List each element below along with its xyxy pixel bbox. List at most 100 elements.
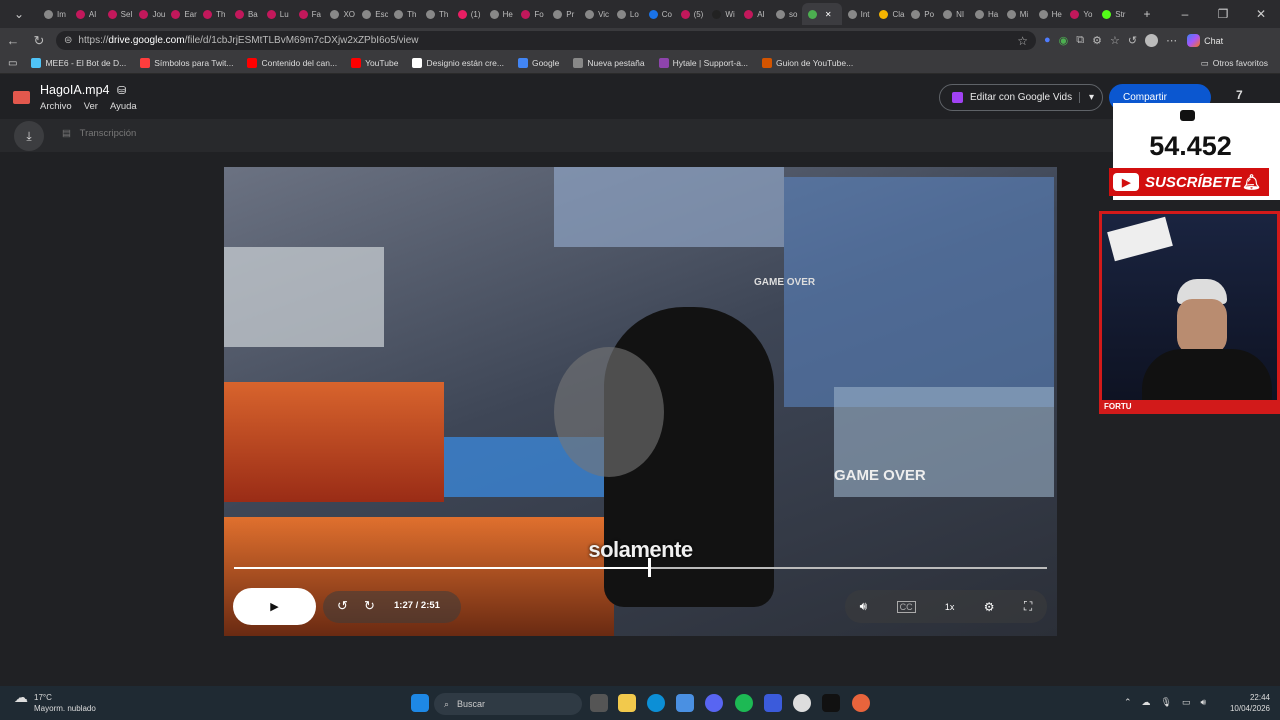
- other-bookmarks[interactable]: ▭ Otros favoritos: [1201, 58, 1268, 69]
- browser-tab[interactable]: Str: [1096, 3, 1128, 25]
- volume-icon[interactable]: 🔊︎: [860, 599, 868, 614]
- menu-dots-icon[interactable]: ⋯: [1166, 34, 1177, 47]
- edit-with-vids-button[interactable]: Editar con Google Vids ▾: [939, 84, 1103, 111]
- menu-archivo[interactable]: Archivo: [40, 101, 72, 112]
- maximize-button[interactable]: ❐: [1204, 7, 1242, 21]
- discord-icon[interactable]: [705, 694, 723, 712]
- bookmark-star-icon[interactable]: ☆: [1017, 34, 1028, 48]
- download-icon[interactable]: ⤓: [14, 121, 44, 151]
- extension-icon[interactable]: ●: [1044, 34, 1051, 47]
- taskbar-search[interactable]: ⌕ Buscar: [434, 693, 582, 715]
- browser-tab[interactable]: Pr: [547, 3, 579, 25]
- browser-tab[interactable]: (5): [675, 3, 707, 25]
- store-icon[interactable]: [676, 694, 694, 712]
- network-icon[interactable]: ☁: [1142, 697, 1151, 708]
- chrome-icon[interactable]: ◉: [1059, 34, 1069, 47]
- play-button[interactable]: ▶: [233, 588, 316, 625]
- minimize-button[interactable]: –: [1166, 7, 1204, 21]
- mic-icon[interactable]: 🎙︎: [1161, 697, 1172, 708]
- file-explorer-icon[interactable]: [618, 694, 636, 712]
- forward-10-icon[interactable]: ↻: [364, 598, 375, 614]
- speed-button[interactable]: 1x: [945, 602, 955, 612]
- profile-avatar[interactable]: [1145, 34, 1159, 47]
- browser-tab[interactable]: Vic: [579, 3, 611, 25]
- browser-tab[interactable]: Co: [643, 3, 675, 25]
- browser-tab[interactable]: NI: [937, 3, 969, 25]
- browser-tab[interactable]: XO: [324, 3, 356, 25]
- browser-tab[interactable]: Int: [842, 3, 874, 25]
- browser-tab[interactable]: AI: [70, 3, 102, 25]
- transcription-button[interactable]: ▤ Transcripción: [62, 128, 136, 139]
- browser-tab[interactable]: Ha: [969, 3, 1001, 25]
- bookmark-item[interactable]: Símbolos para Twit...: [140, 58, 233, 68]
- browser-tab[interactable]: Th: [388, 3, 420, 25]
- menu-ver[interactable]: Ver: [84, 101, 98, 112]
- close-window-button[interactable]: ✕: [1242, 7, 1280, 21]
- bookmark-item[interactable]: Google: [517, 58, 559, 68]
- weather-widget[interactable]: ☁ 17°C Mayorm. nublado: [14, 690, 96, 714]
- video-player[interactable]: GAME OVER GAME OVER solamente ▶ ↺ ↻ 1:27…: [224, 167, 1057, 636]
- clock[interactable]: 22:44 10/04/2026: [1222, 692, 1270, 714]
- browser-tab[interactable]: Fa: [293, 3, 325, 25]
- browser-tab[interactable]: Cla: [873, 3, 905, 25]
- browser-tab[interactable]: ✕: [801, 3, 842, 25]
- arc-icon[interactable]: [764, 694, 782, 712]
- monitor-icon[interactable]: ▭: [1182, 697, 1191, 708]
- browser-tab[interactable]: Esc: [356, 3, 388, 25]
- browser-tab[interactable]: so: [770, 3, 802, 25]
- browser-tab[interactable]: Fo: [515, 3, 547, 25]
- browser-tab[interactable]: Mi: [1001, 3, 1033, 25]
- claude-icon[interactable]: [852, 694, 870, 712]
- spotify-icon[interactable]: [735, 694, 753, 712]
- browser-tab[interactable]: Yo: [1064, 3, 1096, 25]
- chevron-down-icon[interactable]: ▾: [1078, 92, 1094, 103]
- copilot-chat-button[interactable]: Chat: [1187, 34, 1223, 47]
- bookmark-item[interactable]: Contenido del can...: [247, 58, 337, 68]
- settings-sliders-icon[interactable]: ⚙: [1092, 34, 1102, 47]
- menu-ayuda[interactable]: Ayuda: [110, 101, 137, 112]
- bookmark-item[interactable]: Guion de YouTube...: [762, 58, 853, 68]
- browser-tab[interactable]: (1): [452, 3, 484, 25]
- puzzle-icon[interactable]: ⧉: [1076, 34, 1084, 47]
- bookmark-item[interactable]: YouTube: [351, 58, 398, 68]
- chevron-up-icon[interactable]: ⌃: [1124, 697, 1132, 708]
- browser-tab[interactable]: Ba: [229, 3, 261, 25]
- bookmark-item[interactable]: MEE6 - El Bot de D...: [31, 58, 126, 68]
- browser-tab[interactable]: Wi: [706, 3, 738, 25]
- browser-tab[interactable]: Jou: [133, 3, 165, 25]
- bookmark-item[interactable]: Designio están cre...: [412, 58, 504, 68]
- url-input[interactable]: ⊜ https://drive.google.com/file/d/1cbJrj…: [56, 31, 1036, 50]
- browser-tab[interactable]: AI: [738, 3, 770, 25]
- volume-tray-icon[interactable]: 🔊︎: [1201, 697, 1207, 708]
- bookmark-item[interactable]: Hytale | Support-a...: [658, 58, 748, 68]
- browser-tab[interactable]: Th: [420, 3, 452, 25]
- reading-list-icon[interactable]: ▭: [8, 58, 17, 69]
- captions-icon[interactable]: CC: [896, 600, 916, 613]
- back-icon[interactable]: ←: [0, 33, 26, 48]
- new-tab-button[interactable]: +: [1128, 7, 1166, 21]
- browser-tab[interactable]: Th: [197, 3, 229, 25]
- progress-handle[interactable]: [647, 558, 651, 577]
- close-tab-icon[interactable]: ✕: [825, 10, 832, 19]
- browser-tab[interactable]: Po: [905, 3, 937, 25]
- bookmark-item[interactable]: Nueva pestaña: [573, 58, 645, 68]
- site-info-icon[interactable]: ⊜: [64, 35, 72, 46]
- favorites-icon[interactable]: ☆: [1110, 34, 1120, 47]
- browser-tab[interactable]: He: [1033, 3, 1065, 25]
- browser-tab[interactable]: Lu: [261, 3, 293, 25]
- browser-tab[interactable]: Lo: [611, 3, 643, 25]
- rewind-10-icon[interactable]: ↺: [337, 598, 348, 614]
- terminal-icon[interactable]: [822, 694, 840, 712]
- browser-tab[interactable]: He: [484, 3, 516, 25]
- history-icon[interactable]: ↺: [1128, 34, 1137, 47]
- browser-tab[interactable]: Ear: [165, 3, 197, 25]
- reload-icon[interactable]: ↻: [26, 33, 52, 49]
- browser-tab[interactable]: Sel: [102, 3, 134, 25]
- task-view-icon[interactable]: [590, 694, 608, 712]
- settings-gear-icon[interactable]: ⚙: [984, 600, 995, 614]
- edge-icon[interactable]: [647, 694, 665, 712]
- account-badge[interactable]: 7: [1236, 88, 1243, 102]
- obs-icon[interactable]: [793, 694, 811, 712]
- windows-start-icon[interactable]: [411, 694, 429, 712]
- fullscreen-icon[interactable]: ⛶: [1024, 599, 1032, 614]
